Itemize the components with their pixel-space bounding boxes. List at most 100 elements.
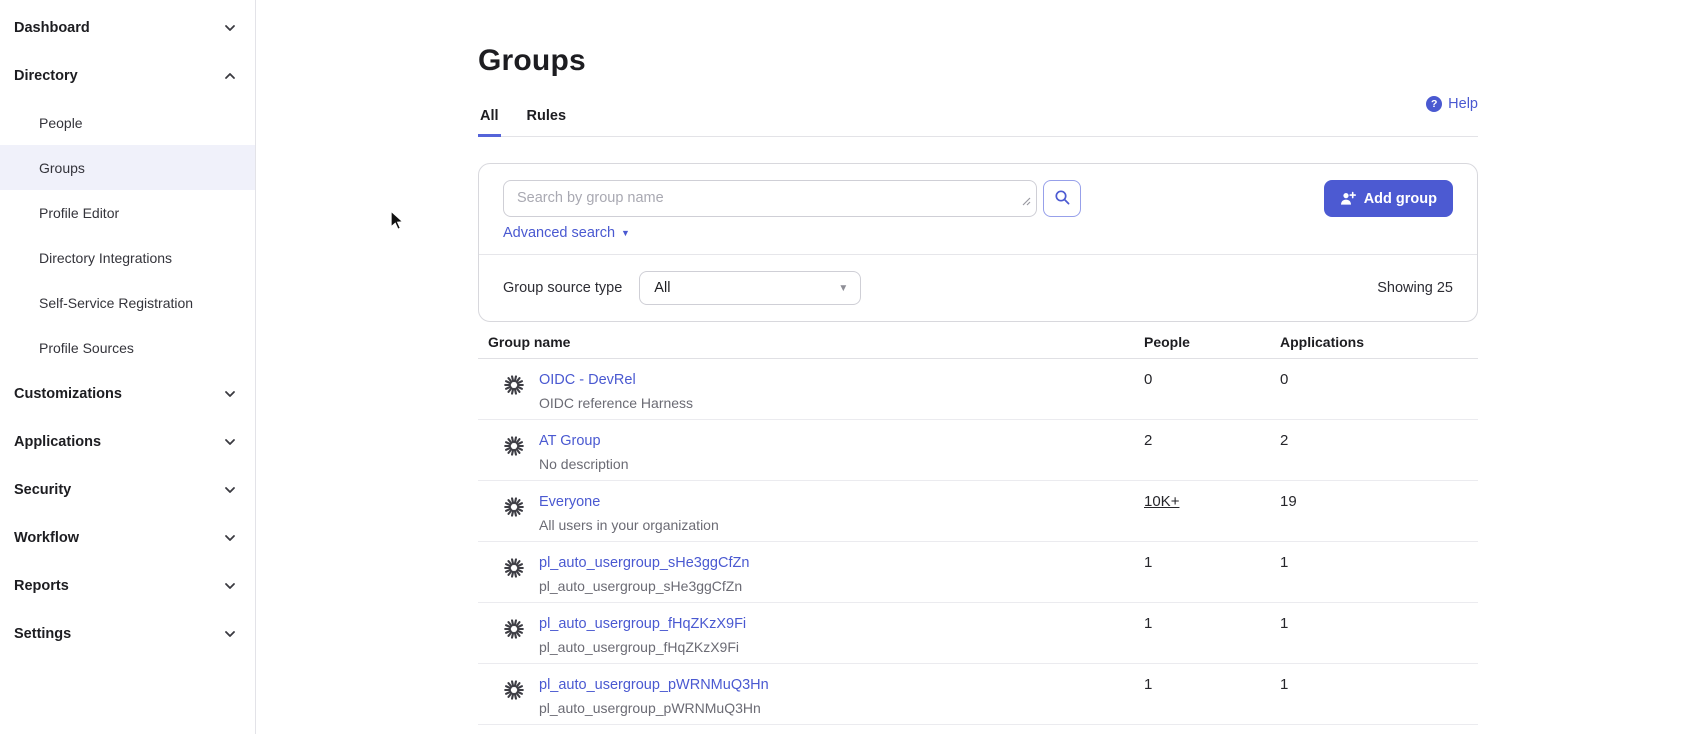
sidebar-item-self-service-registration[interactable]: Self-Service Registration (0, 280, 255, 325)
group-search-input[interactable] (503, 180, 1037, 217)
group-gear-icon (503, 435, 525, 462)
group-name-link[interactable]: AT Group (539, 433, 601, 449)
chevron-down-icon (223, 579, 237, 593)
group-description: All users in your organization (539, 517, 719, 533)
tab-bar: All Rules (478, 104, 1478, 137)
tab-all[interactable]: All (478, 104, 501, 137)
sidebar-item-label: Groups (39, 160, 85, 176)
sidebar-item-label: Profile Editor (39, 205, 119, 221)
select-caret-icon: ▼ (838, 283, 848, 294)
sidebar-item-label: Directory (14, 68, 78, 84)
group-source-type-select[interactable]: All ▼ (639, 271, 861, 305)
chevron-down-icon (223, 531, 237, 545)
people-count: 1 (1144, 676, 1280, 693)
sidebar-item-workflow[interactable]: Workflow (0, 514, 255, 562)
chevron-down-icon (223, 483, 237, 497)
sidebar-item-profile-sources[interactable]: Profile Sources (0, 325, 255, 370)
group-name-link[interactable]: pl_auto_usergroup_fHqZKzX9Fi (539, 616, 746, 632)
chevron-down-icon (223, 435, 237, 449)
chevron-down-icon (223, 627, 237, 641)
group-gear-icon (503, 618, 525, 645)
sidebar-item-security[interactable]: Security (0, 466, 255, 514)
caret-down-icon: ▼ (621, 228, 630, 238)
people-count: 1 (1144, 554, 1280, 571)
sidebar-item-label: People (39, 115, 83, 131)
table-row: pl_auto_usergroup_sHe3ggCfZn pl_auto_user… (478, 542, 1478, 603)
group-source-type-label: Group source type (503, 280, 622, 296)
help-link[interactable]: ? Help (1426, 96, 1478, 112)
people-count: 0 (1144, 371, 1280, 388)
sidebar-item-directory[interactable]: Directory (0, 52, 255, 100)
chevron-up-icon (223, 69, 237, 83)
search-filter-card: Add group Advanced search ▼ Group source… (478, 163, 1478, 322)
sidebar-item-label: Customizations (14, 386, 122, 402)
group-gear-icon (503, 496, 525, 523)
sidebar-item-label: Profile Sources (39, 340, 134, 356)
group-name-link[interactable]: pl_auto_usergroup_pWRNMuQ3Hn (539, 677, 769, 693)
sidebar-item-customizations[interactable]: Customizations (0, 370, 255, 418)
group-name-link[interactable]: pl_auto_usergroup_sHe3ggCfZn (539, 555, 749, 571)
sidebar-item-dashboard[interactable]: Dashboard (0, 4, 255, 52)
applications-count: 0 (1280, 371, 1478, 388)
sidebar-item-profile-editor[interactable]: Profile Editor (0, 190, 255, 235)
sidebar-item-reports[interactable]: Reports (0, 562, 255, 610)
search-icon (1054, 189, 1071, 209)
sidebar-item-directory-integrations[interactable]: Directory Integrations (0, 235, 255, 280)
sidebar-item-label: Security (14, 482, 71, 498)
group-name-link[interactable]: OIDC - DevRel (539, 372, 636, 388)
table-header-row: Group name People Applications (478, 322, 1478, 359)
advanced-search-link[interactable]: Advanced search ▼ (503, 225, 630, 241)
table-row: Everyone All users in your organization 10… (478, 481, 1478, 542)
table-row: pl_auto_usergroup_pWRNMuQ3Hn pl_auto_user… (478, 664, 1478, 725)
chevron-down-icon (223, 21, 237, 35)
sidebar-item-label: Dashboard (14, 20, 90, 36)
group-gear-icon (503, 557, 525, 584)
sidebar-item-label: Applications (14, 434, 101, 450)
help-question-icon: ? (1426, 96, 1442, 112)
group-source-type-value: All (654, 280, 670, 296)
search-section: Add group Advanced search ▼ (479, 164, 1477, 254)
people-count: 2 (1144, 432, 1280, 449)
sidebar-item-groups[interactable]: Groups (0, 145, 255, 190)
applications-count: 19 (1280, 493, 1478, 510)
sidebar-nav: Dashboard Directory People Groups Profile Ed… (0, 0, 256, 734)
sidebar-item-settings[interactable]: Settings (0, 610, 255, 658)
add-group-label: Add group (1364, 191, 1437, 207)
help-link-label: Help (1448, 96, 1478, 112)
sidebar-item-people[interactable]: People (0, 100, 255, 145)
group-description: pl_auto_usergroup_pWRNMuQ3Hn (539, 700, 769, 716)
group-description: No description (539, 456, 629, 472)
group-gear-icon (503, 374, 525, 401)
applications-count: 1 (1280, 554, 1478, 571)
sidebar-item-label: Self-Service Registration (39, 295, 193, 311)
table-row: pl_auto_usergroup_fHqZKzX9Fi pl_auto_user… (478, 603, 1478, 664)
sidebar-item-label: Settings (14, 626, 71, 642)
table-row: AT Group No description 22 (478, 420, 1478, 481)
column-header-group-name: Group name (488, 334, 1144, 350)
group-description: OIDC reference Harness (539, 395, 693, 411)
sidebar-item-label: Reports (14, 578, 69, 594)
sidebar-item-applications[interactable]: Applications (0, 418, 255, 466)
groups-table: Group name People Applications OIDC - De… (478, 322, 1478, 725)
group-name-link[interactable]: Everyone (539, 494, 600, 510)
column-header-people: People (1144, 334, 1280, 350)
column-header-applications: Applications (1280, 334, 1478, 350)
sidebar-item-label: Directory Integrations (39, 250, 172, 266)
people-count-link[interactable]: 10K+ (1144, 493, 1179, 510)
applications-count: 2 (1280, 432, 1478, 449)
group-description: pl_auto_usergroup_sHe3ggCfZn (539, 578, 749, 594)
table-row: OIDC - DevRel OIDC reference Harness 00 (478, 359, 1478, 420)
tab-rules[interactable]: Rules (525, 104, 569, 137)
chevron-down-icon (223, 387, 237, 401)
group-description: pl_auto_usergroup_fHqZKzX9Fi (539, 639, 746, 655)
showing-count: Showing 25 (1377, 280, 1453, 296)
add-group-button[interactable]: Add group (1324, 180, 1453, 217)
main-area: ? Help Groups All Rules (257, 0, 1687, 734)
group-gear-icon (503, 679, 525, 706)
page-title: Groups (478, 44, 1478, 78)
search-button[interactable] (1043, 180, 1081, 217)
person-plus-icon (1340, 191, 1356, 207)
applications-count: 1 (1280, 676, 1478, 693)
people-count: 1 (1144, 615, 1280, 632)
sidebar-item-label: Workflow (14, 530, 79, 546)
